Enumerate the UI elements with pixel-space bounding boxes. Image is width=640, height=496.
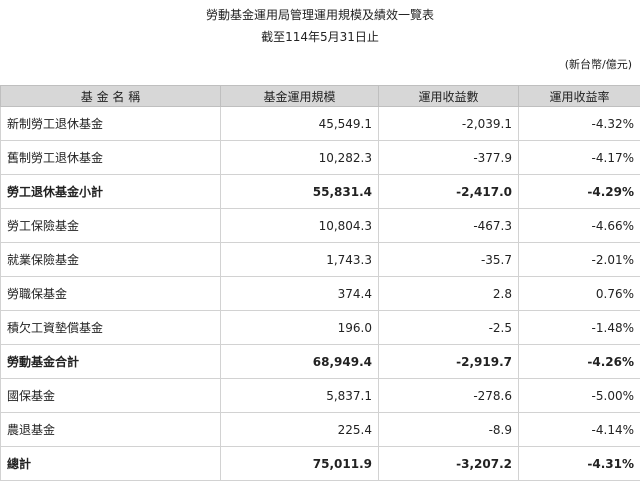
rate-cell: -4.29% [518, 174, 640, 209]
fund-name-cell: 勞職保基金 [0, 276, 221, 311]
income-cell: -3,207.2 [378, 446, 519, 481]
table-row: 勞職保基金 374.4 2.8 0.76% [0, 276, 640, 311]
table-row: 積欠工資墊償基金 196.0 -2.5 -1.48% [0, 310, 640, 345]
scale-cell: 68,949.4 [220, 344, 379, 379]
fund-name-cell: 積欠工資墊償基金 [0, 310, 221, 345]
header-rate: 運用收益率 [518, 85, 640, 107]
fund-name-cell: 就業保險基金 [0, 242, 221, 277]
income-cell: -2,039.1 [378, 106, 519, 141]
table-row: 勞動基金合計 68,949.4 -2,919.7 -4.26% [0, 344, 640, 379]
table-row: 國保基金 5,837.1 -278.6 -5.00% [0, 378, 640, 413]
fund-name-cell: 新制勞工退休基金 [0, 106, 221, 141]
income-cell: -35.7 [378, 242, 519, 277]
table-row: 舊制勞工退休基金 10,282.3 -377.9 -4.17% [0, 140, 640, 175]
rate-cell: 0.76% [518, 276, 640, 311]
scale-cell: 10,282.3 [220, 140, 379, 175]
rate-cell: -4.26% [518, 344, 640, 379]
table-row: 勞工保險基金 10,804.3 -467.3 -4.66% [0, 208, 640, 243]
scale-cell: 55,831.4 [220, 174, 379, 209]
scale-cell: 75,011.9 [220, 446, 379, 481]
income-cell: -377.9 [378, 140, 519, 175]
scale-cell: 5,837.1 [220, 378, 379, 413]
fund-name-cell: 國保基金 [0, 378, 221, 413]
fund-name-cell: 勞工保險基金 [0, 208, 221, 243]
income-cell: 2.8 [378, 276, 519, 311]
rate-cell: -4.32% [518, 106, 640, 141]
income-cell: -278.6 [378, 378, 519, 413]
unit-label: (新台幣/億元) [564, 58, 632, 71]
table-row: 新制勞工退休基金 45,549.1 -2,039.1 -4.32% [0, 106, 640, 141]
header-fund-name: 基 金 名 稱 [0, 85, 221, 107]
table-row: 總計 75,011.9 -3,207.2 -4.31% [0, 446, 640, 481]
scale-cell: 374.4 [220, 276, 379, 311]
rate-cell: -5.00% [518, 378, 640, 413]
page-title: 勞動基金運用局管理運用規模及績效一覽表 [205, 8, 434, 22]
scale-cell: 1,743.3 [220, 242, 379, 277]
page-subtitle: 截至114年5月31日止 [261, 30, 379, 44]
income-cell: -8.9 [378, 412, 519, 447]
header-income: 運用收益數 [378, 85, 519, 107]
rate-cell: -1.48% [518, 310, 640, 345]
income-cell: -2,417.0 [378, 174, 519, 209]
scale-cell: 196.0 [220, 310, 379, 345]
table-header-row: 基 金 名 稱 基金運用規模 運用收益數 運用收益率 [0, 85, 640, 107]
rate-cell: -4.17% [518, 140, 640, 175]
income-cell: -2,919.7 [378, 344, 519, 379]
fund-table: 基 金 名 稱 基金運用規模 運用收益數 運用收益率 新制勞工退休基金 45,54… [0, 85, 640, 481]
scale-cell: 225.4 [220, 412, 379, 447]
table-body: 新制勞工退休基金 45,549.1 -2,039.1 -4.32% 舊制勞工退休基金 10… [0, 106, 640, 481]
rate-cell: -4.14% [518, 412, 640, 447]
fund-name-cell: 農退基金 [0, 412, 221, 447]
rate-cell: -4.31% [518, 446, 640, 481]
page: 勞動基金運用局管理運用規模及績效一覽表 截至114年5月31日止 (新台幣/億元… [0, 0, 640, 496]
table-row: 農退基金 225.4 -8.9 -4.14% [0, 412, 640, 447]
fund-name-cell: 勞工退休基金小計 [0, 174, 221, 209]
rate-cell: -2.01% [518, 242, 640, 277]
fund-name-cell: 總計 [0, 446, 221, 481]
table-row: 就業保險基金 1,743.3 -35.7 -2.01% [0, 242, 640, 277]
income-cell: -467.3 [378, 208, 519, 243]
scale-cell: 45,549.1 [220, 106, 379, 141]
header-scale: 基金運用規模 [220, 85, 379, 107]
fund-name-cell: 勞動基金合計 [0, 344, 221, 379]
rate-cell: -4.66% [518, 208, 640, 243]
fund-name-cell: 舊制勞工退休基金 [0, 140, 221, 175]
income-cell: -2.5 [378, 310, 519, 345]
scale-cell: 10,804.3 [220, 208, 379, 243]
table-row: 勞工退休基金小計 55,831.4 -2,417.0 -4.29% [0, 174, 640, 209]
